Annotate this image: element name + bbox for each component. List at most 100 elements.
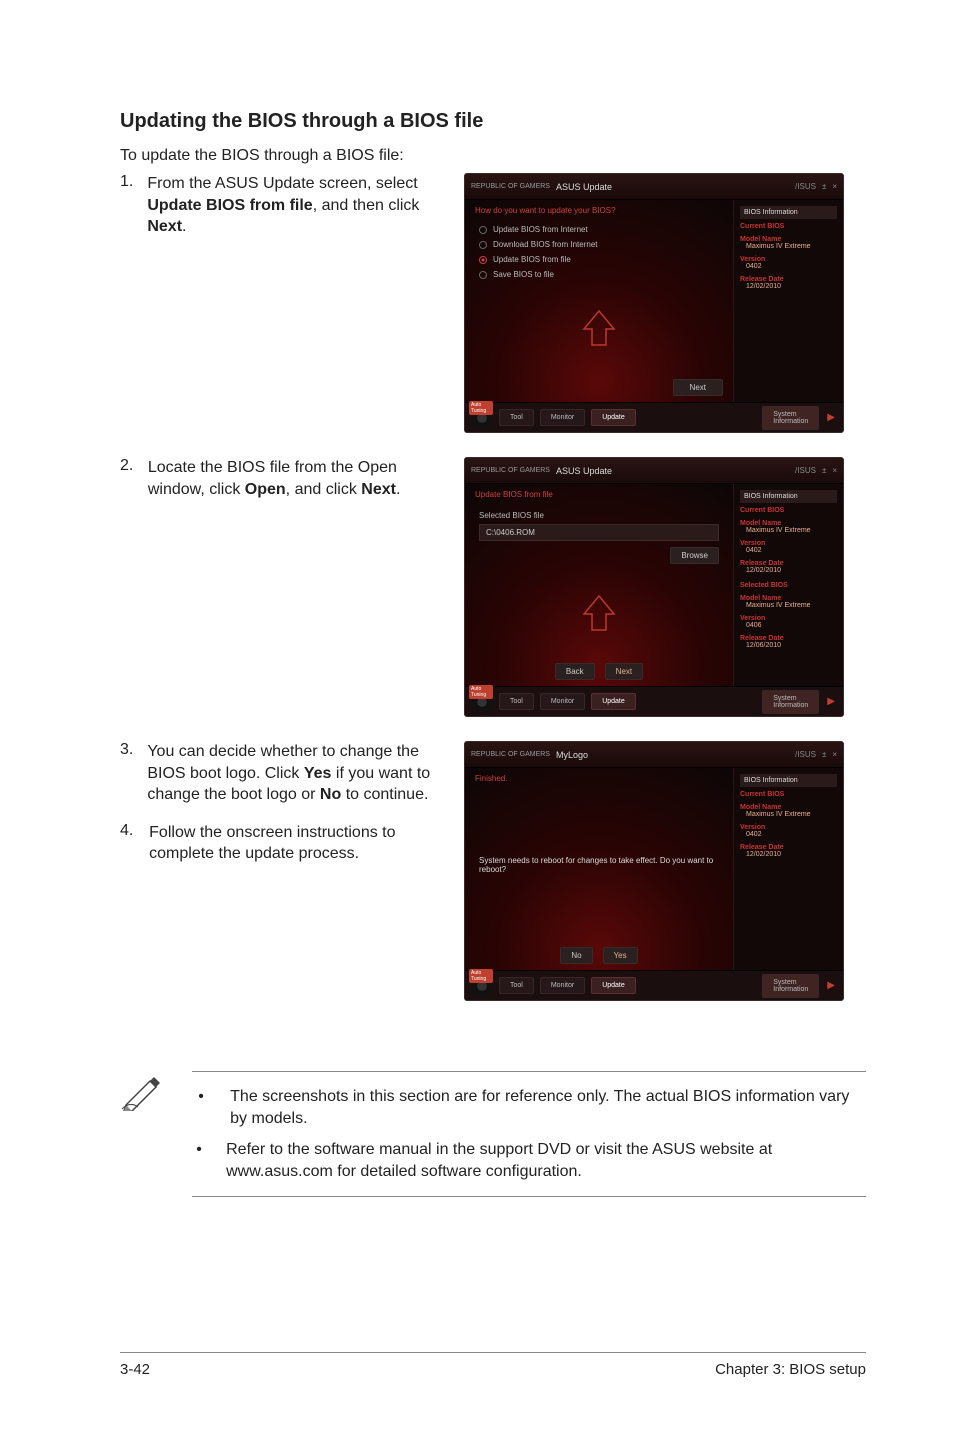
step-body: Locate the BIOS file from the Open windo…: [148, 457, 440, 717]
selected-file-label: Selected BIOS file: [465, 505, 733, 522]
step-number: 4.: [120, 822, 135, 865]
monitor-button[interactable]: Monitor: [540, 977, 585, 994]
rog-logo: REPUBLIC OF GAMERS: [471, 183, 550, 190]
info-value: 0402: [740, 547, 837, 554]
arrow-up-icon: [574, 588, 624, 638]
note-text: Refer to the software manual in the supp…: [226, 1139, 866, 1182]
step-body: You can decide whether to change the BIO…: [147, 741, 440, 806]
update-button[interactable]: Update: [591, 409, 636, 426]
info-value: 12/02/2010: [740, 851, 837, 858]
info-header: BIOS Information: [740, 206, 837, 219]
option-update-file[interactable]: Update BIOS from file: [493, 255, 571, 264]
info-label: Release Date: [740, 844, 837, 851]
info-label: Model Name: [740, 520, 837, 527]
step-number: 1.: [120, 173, 133, 433]
next-button[interactable]: Next: [673, 379, 723, 396]
radio-icon[interactable]: [479, 256, 487, 264]
screenshot-select-file: REPUBLIC OF GAMERS ASUS Update /ISUS ± ×…: [464, 457, 844, 717]
system-info-button[interactable]: System Information: [762, 406, 819, 430]
bullet-icon: •: [192, 1139, 206, 1182]
info-label: Model Name: [740, 595, 837, 602]
step-body: Follow the onscreen instructions to comp…: [149, 822, 440, 865]
section-heading: Updating the BIOS through a BIOS file: [120, 110, 866, 133]
bullet-icon: •: [192, 1086, 210, 1129]
close-icon[interactable]: ×: [832, 182, 837, 191]
arrow-up-icon: [574, 303, 624, 353]
update-button[interactable]: Update: [591, 693, 636, 710]
asus-brand: /ISUS: [795, 466, 816, 475]
info-label: Version: [740, 256, 837, 263]
pin-icon[interactable]: ±: [822, 182, 826, 191]
auto-tuning-icon[interactable]: Auto Tuning: [471, 975, 493, 997]
info-value: Maximus IV Extreme: [740, 243, 837, 250]
tool-button[interactable]: Tool: [499, 977, 534, 994]
info-current: Current BIOS: [740, 223, 837, 230]
screenshot-mylogo: REPUBLIC OF GAMERS MyLogo /ISUS ± × Fini…: [464, 741, 844, 1001]
chevron-right-icon[interactable]: ▶: [825, 412, 837, 423]
update-button[interactable]: Update: [591, 977, 636, 994]
chapter-label: Chapter 3: BIOS setup: [715, 1361, 866, 1378]
info-value: 0402: [740, 831, 837, 838]
pin-icon[interactable]: ±: [822, 750, 826, 759]
info-current: Current BIOS: [740, 507, 837, 514]
chevron-right-icon[interactable]: ▶: [825, 980, 837, 991]
info-value: 0402: [740, 263, 837, 270]
radio-icon[interactable]: [479, 241, 487, 249]
panel-title: Update BIOS from file: [465, 484, 733, 505]
chevron-right-icon[interactable]: ▶: [825, 696, 837, 707]
info-selected: Selected BIOS: [740, 582, 837, 589]
info-label: Release Date: [740, 560, 837, 567]
pin-icon[interactable]: ±: [822, 466, 826, 475]
info-value: 12/06/2010: [740, 642, 837, 649]
intro-text: To update the BIOS through a BIOS file:: [120, 147, 866, 165]
next-button[interactable]: Next: [605, 663, 643, 680]
yes-button[interactable]: Yes: [603, 947, 638, 964]
info-current: Current BIOS: [740, 791, 837, 798]
note-pencil-icon: [120, 1071, 168, 1197]
browse-button[interactable]: Browse: [670, 547, 719, 564]
info-value: Maximus IV Extreme: [740, 602, 837, 609]
window-title: MyLogo: [556, 750, 588, 760]
system-info-button[interactable]: System Information: [762, 974, 819, 998]
option-save-file[interactable]: Save BIOS to file: [493, 270, 554, 279]
info-label: Version: [740, 540, 837, 547]
reboot-message: System needs to reboot for changes to ta…: [465, 856, 733, 874]
no-button[interactable]: No: [560, 947, 592, 964]
info-label: Version: [740, 824, 837, 831]
auto-tuning-icon[interactable]: Auto Tuning: [471, 407, 493, 429]
page-number: 3-42: [120, 1361, 150, 1378]
monitor-button[interactable]: Monitor: [540, 693, 585, 710]
radio-icon[interactable]: [479, 271, 487, 279]
close-icon[interactable]: ×: [832, 466, 837, 475]
option-update-internet[interactable]: Update BIOS from Internet: [493, 225, 588, 234]
auto-tuning-icon[interactable]: Auto Tuning: [471, 691, 493, 713]
info-label: Model Name: [740, 804, 837, 811]
monitor-button[interactable]: Monitor: [540, 409, 585, 426]
asus-brand: /ISUS: [795, 182, 816, 191]
tool-button[interactable]: Tool: [499, 409, 534, 426]
step-body: From the ASUS Update screen, select Upda…: [147, 173, 440, 433]
note-text: The screenshots in this section are for …: [230, 1086, 866, 1129]
window-title: ASUS Update: [556, 466, 612, 476]
radio-icon[interactable]: [479, 226, 487, 234]
step-number: 3.: [120, 741, 133, 806]
panel-title: Finished.: [465, 768, 733, 789]
info-value: Maximus IV Extreme: [740, 811, 837, 818]
screenshot-update-options: REPUBLIC OF GAMERS ASUS Update /ISUS ± ×…: [464, 173, 844, 433]
window-title: ASUS Update: [556, 182, 612, 192]
rog-logo: REPUBLIC OF GAMERS: [471, 467, 550, 474]
tool-button[interactable]: Tool: [499, 693, 534, 710]
info-value: 12/02/2010: [740, 283, 837, 290]
option-download-internet[interactable]: Download BIOS from Internet: [493, 240, 598, 249]
info-label: Release Date: [740, 635, 837, 642]
info-label: Version: [740, 615, 837, 622]
info-value: 12/02/2010: [740, 567, 837, 574]
back-button[interactable]: Back: [555, 663, 595, 680]
close-icon[interactable]: ×: [832, 750, 837, 759]
system-info-button[interactable]: System Information: [762, 690, 819, 714]
info-label: Model Name: [740, 236, 837, 243]
file-path-input[interactable]: C:\0406.ROM: [479, 524, 719, 541]
rog-logo: REPUBLIC OF GAMERS: [471, 751, 550, 758]
step-number: 2.: [120, 457, 134, 717]
asus-brand: /ISUS: [795, 750, 816, 759]
